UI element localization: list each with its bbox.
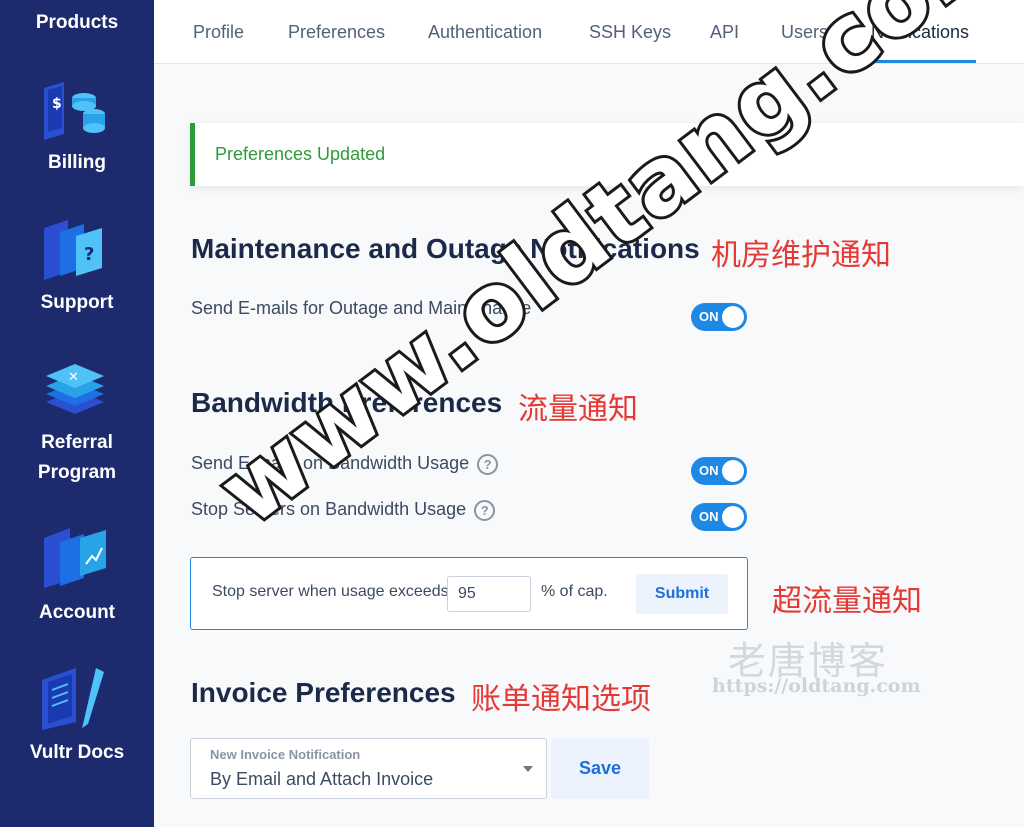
save-button[interactable]: Save [551,738,649,799]
toggle-knob [722,506,744,528]
toggle-state: ON [699,509,719,524]
toggle-knob [722,460,744,482]
tab-users[interactable]: Users [781,22,828,43]
tab-notifications[interactable]: Notifications [871,22,969,43]
sidebar-item-label: Billing [47,152,107,173]
bandwidth-stop-label: Stop Servers on Bandwidth Usage [191,499,467,519]
sidebar-item-support[interactable]: Support [0,288,154,318]
support-icon: ? [40,216,110,282]
sidebar-item-label: Products [35,12,119,33]
bandwidth-section-title: Bandwidth Preferences [191,387,503,418]
toggle-knob [722,306,744,328]
sidebar-item-products[interactable]: Products [0,8,154,38]
account-icon [40,524,110,590]
billing-icon: $ [40,78,110,144]
docs-icon [40,664,110,730]
bandwidth-cap-form: Stop server when usage exceeds % of cap.… [190,557,748,630]
outage-email-label: Send E-mails for Outage and Maintenance [191,298,532,318]
tab-preferences[interactable]: Preferences [288,22,385,43]
toggle-state: ON [699,463,719,478]
success-alert: Preferences Updated [190,123,1024,186]
tab-profile[interactable]: Profile [193,22,244,43]
sidebar-item-label: Referral [41,432,113,453]
select-caption: New Invoice Notification [210,747,361,762]
sidebar-item-referral-program[interactable]: Referral Program [0,428,154,488]
sidebar-item-vultr-docs[interactable]: Vultr Docs [0,738,154,768]
sidebar-item-account[interactable]: Account [0,598,154,628]
settings-tabs: Profile Preferences Authentication SSH K… [154,0,1024,64]
tab-authentication[interactable]: Authentication [428,22,542,43]
bandwidth-annotation: 流量通知 [518,392,638,427]
invoice-notification-select[interactable]: New Invoice Notification By Email and At… [190,738,547,799]
invoice-annotation: 账单通知选项 [471,682,651,717]
cap-annotation: 超流量通知 [772,584,922,619]
cap-percent-input[interactable] [447,576,531,612]
active-tab-indicator [868,60,976,63]
bandwidth-stop-toggle[interactable]: ON [691,503,747,531]
toggle-state: ON [699,309,719,324]
maintenance-annotation: 机房维护通知 [711,238,891,273]
sidebar-item-label: Support [40,292,114,313]
select-value: By Email and Attach Invoice [210,769,434,789]
main-content: Profile Preferences Authentication SSH K… [154,0,1024,827]
maintenance-section-title: Maintenance and Outage Notifications [191,233,700,264]
chevron-down-icon [523,766,533,772]
sidebar: Products $ Billing ? Support ✕ Referral … [0,0,154,827]
alert-message: Preferences Updated [215,144,386,164]
bandwidth-email-row: Send E-mails on Bandwidth Usage? [191,453,499,475]
brand-watermark-url: https://oldtang.com [712,675,921,697]
svg-text:$: $ [52,96,62,112]
sidebar-item-billing[interactable]: Billing [0,148,154,178]
cap-submit-button[interactable]: Submit [636,574,728,614]
svg-text:?: ? [84,244,94,265]
bandwidth-email-toggle[interactable]: ON [691,457,747,485]
bandwidth-stop-row: Stop Servers on Bandwidth Usage? [191,499,496,521]
help-icon[interactable]: ? [477,453,499,475]
outage-email-toggle[interactable]: ON [691,303,747,331]
help-icon[interactable]: ? [474,499,496,521]
tab-ssh-keys[interactable]: SSH Keys [589,22,671,43]
cap-suffix: % of cap. [541,583,608,600]
referral-icon: ✕ [40,356,110,422]
sidebar-item-label: Vultr Docs [29,742,125,763]
sidebar-item-label: Account [39,602,115,623]
svg-text:✕: ✕ [68,370,79,385]
sidebar-item-label: Program [37,462,117,483]
invoice-section-title: Invoice Preferences [191,677,456,708]
tab-api[interactable]: API [710,22,739,43]
cap-label: Stop server when usage exceeds [212,583,449,600]
bandwidth-email-label: Send E-mails on Bandwidth Usage [191,453,470,473]
